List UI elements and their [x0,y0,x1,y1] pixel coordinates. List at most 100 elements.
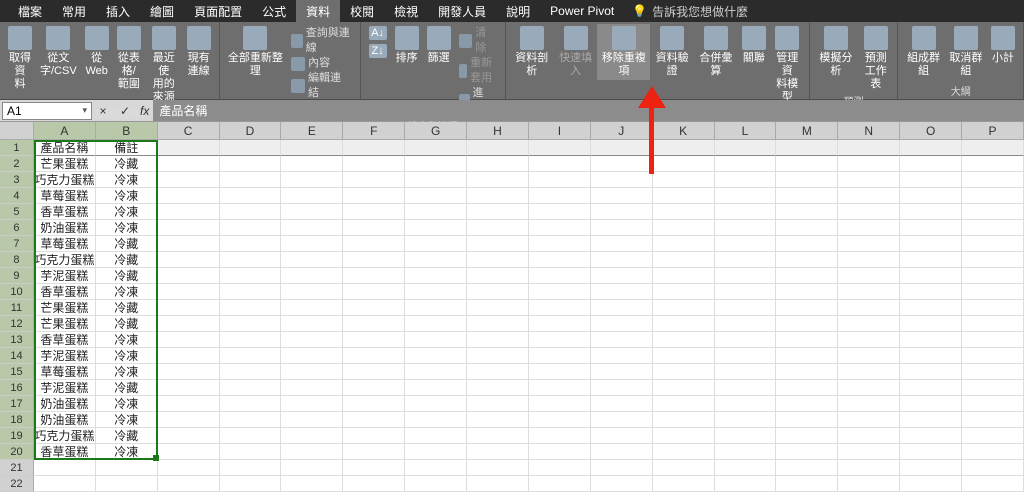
cell-D14[interactable] [220,348,282,364]
get-data-button[interactable]: 取得資料 [4,24,36,93]
cell-N21[interactable] [838,460,900,476]
row-header-17[interactable]: 17 [0,396,34,412]
cell-K19[interactable] [653,428,715,444]
cell-M15[interactable] [776,364,838,380]
cell-J6[interactable] [591,220,653,236]
cell-L13[interactable] [715,332,777,348]
cell-D8[interactable] [220,252,282,268]
cell-H14[interactable] [467,348,529,364]
fx-icon[interactable]: fx [136,104,153,118]
cell-K22[interactable] [653,476,715,492]
cell-F1[interactable] [343,140,405,156]
cell-D7[interactable] [220,236,282,252]
cell-N16[interactable] [838,380,900,396]
cell-K6[interactable] [653,220,715,236]
recent-button[interactable]: 最近使用的來源 [145,24,183,106]
cell-K17[interactable] [653,396,715,412]
cell-I7[interactable] [529,236,591,252]
cell-D15[interactable] [220,364,282,380]
cell-I5[interactable] [529,204,591,220]
cell-K16[interactable] [653,380,715,396]
cell-A7[interactable]: 草莓蛋糕 [34,236,96,252]
cell-F11[interactable] [343,300,405,316]
cell-C5[interactable] [158,204,220,220]
cell-K5[interactable] [653,204,715,220]
cell-O17[interactable] [900,396,962,412]
cell-K12[interactable] [653,316,715,332]
cell-N5[interactable] [838,204,900,220]
cell-L1[interactable] [715,140,777,156]
cell-H22[interactable] [467,476,529,492]
cell-O16[interactable] [900,380,962,396]
col-header-I[interactable]: I [529,122,591,140]
cell-A20[interactable]: 香草蛋糕 [34,444,96,460]
cell-M4[interactable] [776,188,838,204]
cell-H9[interactable] [467,268,529,284]
cell-H21[interactable] [467,460,529,476]
cell-O9[interactable] [900,268,962,284]
cell-N3[interactable] [838,172,900,188]
menu-公式[interactable]: 公式 [252,0,296,23]
subtotal-button[interactable]: 小計 [987,24,1019,67]
cell-N22[interactable] [838,476,900,492]
col-header-O[interactable]: O [900,122,962,140]
menu-Power Pivot[interactable]: Power Pivot [540,1,624,21]
cell-E5[interactable] [281,204,343,220]
cell-N11[interactable] [838,300,900,316]
data-model-button[interactable]: 管理資料模型 [770,24,805,106]
col-header-G[interactable]: G [405,122,467,140]
cell-L14[interactable] [715,348,777,364]
cell-L8[interactable] [715,252,777,268]
cell-G12[interactable] [405,316,467,332]
cell-N9[interactable] [838,268,900,284]
cell-A13[interactable]: 香草蛋糕 [34,332,96,348]
cell-E6[interactable] [281,220,343,236]
cell-G17[interactable] [405,396,467,412]
cell-I15[interactable] [529,364,591,380]
cell-B19[interactable]: 冷藏 [96,428,158,444]
cell-G15[interactable] [405,364,467,380]
query-內容[interactable]: 內容 [291,56,352,71]
cell-M22[interactable] [776,476,838,492]
cell-C21[interactable] [158,460,220,476]
cell-L17[interactable] [715,396,777,412]
cell-J12[interactable] [591,316,653,332]
cell-F7[interactable] [343,236,405,252]
cell-M3[interactable] [776,172,838,188]
enter-icon[interactable]: ✓ [114,104,136,118]
cell-O5[interactable] [900,204,962,220]
cell-F15[interactable] [343,364,405,380]
cell-J1[interactable] [591,140,653,156]
col-header-M[interactable]: M [776,122,838,140]
cell-O19[interactable] [900,428,962,444]
cell-M13[interactable] [776,332,838,348]
cell-M19[interactable] [776,428,838,444]
col-header-D[interactable]: D [220,122,282,140]
cell-M2[interactable] [776,156,838,172]
col-header-C[interactable]: C [158,122,220,140]
cell-C10[interactable] [158,284,220,300]
col-header-J[interactable]: J [591,122,653,140]
cell-M21[interactable] [776,460,838,476]
cell-G10[interactable] [405,284,467,300]
cell-F13[interactable] [343,332,405,348]
cell-N17[interactable] [838,396,900,412]
cell-E9[interactable] [281,268,343,284]
cell-G3[interactable] [405,172,467,188]
cell-D1[interactable] [220,140,282,156]
cell-D17[interactable] [220,396,282,412]
cell-H7[interactable] [467,236,529,252]
cell-B11[interactable]: 冷藏 [96,300,158,316]
cell-I19[interactable] [529,428,591,444]
cell-G7[interactable] [405,236,467,252]
cell-O6[interactable] [900,220,962,236]
cell-H4[interactable] [467,188,529,204]
cell-J15[interactable] [591,364,653,380]
cell-H8[interactable] [467,252,529,268]
cell-A11[interactable]: 芒果蛋糕 [34,300,96,316]
row-header-7[interactable]: 7 [0,236,34,252]
cell-A14[interactable]: 芋泥蛋糕 [34,348,96,364]
cell-F14[interactable] [343,348,405,364]
cell-P18[interactable] [962,412,1024,428]
cell-F4[interactable] [343,188,405,204]
